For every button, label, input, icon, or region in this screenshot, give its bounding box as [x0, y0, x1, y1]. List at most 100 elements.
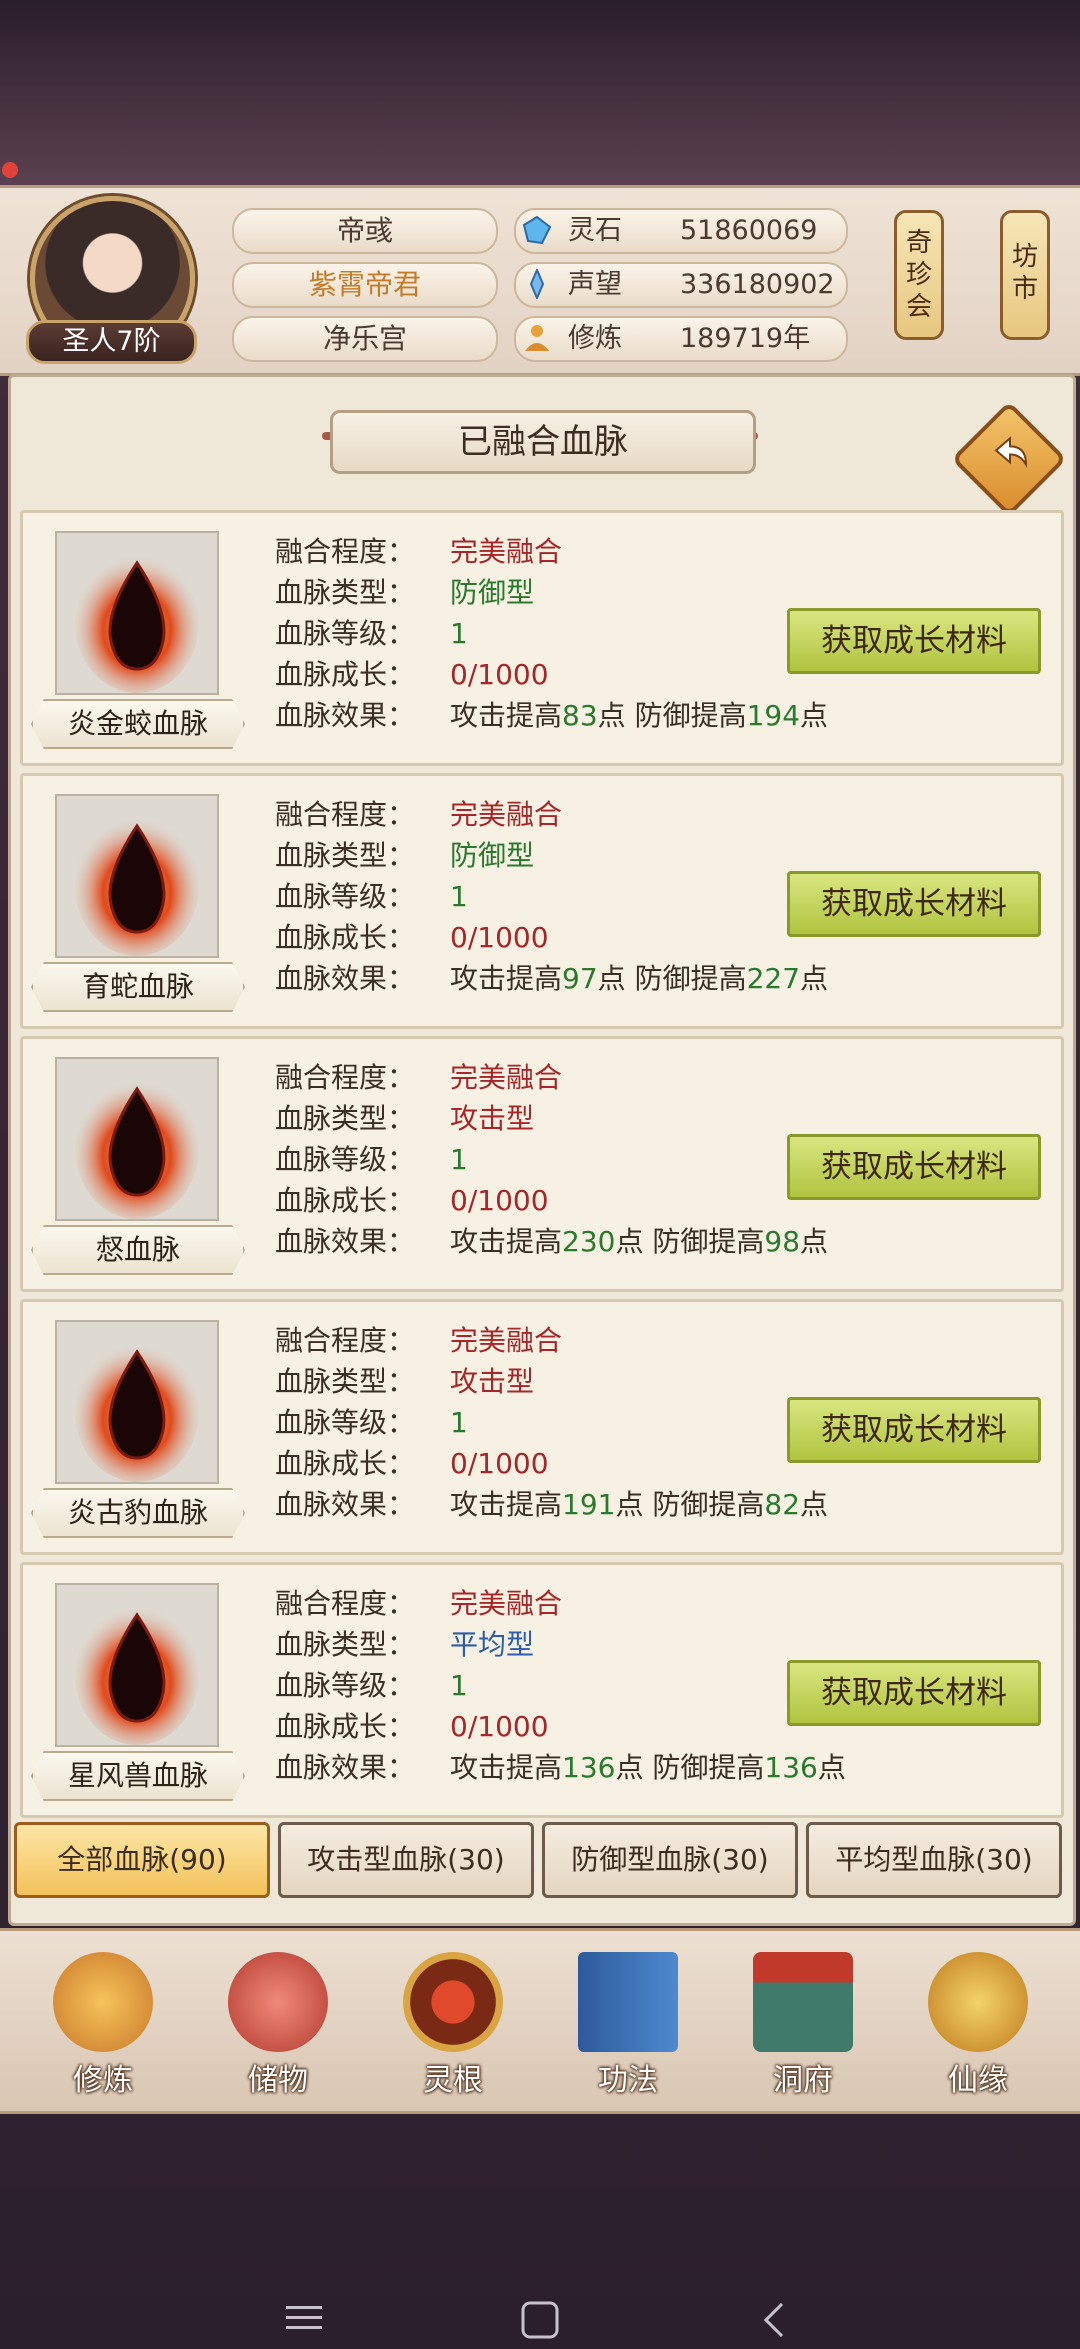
nav-cultivate[interactable]: 修炼 — [28, 1940, 178, 2100]
field-label-effect: 血脉效果： — [275, 1225, 416, 1258]
get-growth-material-button[interactable]: 获取成长材料 — [787, 608, 1041, 674]
player-name: 帝彧 — [232, 208, 498, 254]
blood-drop-icon — [75, 1342, 199, 1482]
field-label-level: 血脉等级： — [275, 1143, 416, 1176]
get-growth-material-button[interactable]: 获取成长材料 — [787, 1660, 1041, 1726]
field-label-fusion: 融合程度： — [275, 1061, 416, 1094]
attack-bonus: 136 — [562, 1751, 616, 1784]
field-row-level: 血脉等级： 1 — [275, 1665, 468, 1706]
resource-prestige: 声望 336180902 — [514, 262, 848, 308]
bloodline-image — [55, 1057, 219, 1221]
blood-drop-icon — [75, 553, 199, 693]
rank-badge: 圣人7阶 — [26, 320, 197, 364]
field-value-type: 防御型 — [450, 839, 535, 872]
cultivate-icon — [53, 1952, 153, 2052]
immortal-fate-icon — [928, 1952, 1028, 2052]
field-label-fusion: 融合程度： — [275, 1587, 416, 1620]
nav-storage[interactable]: 储物 — [203, 1940, 353, 2100]
field-row-growth: 血脉成长： 0/1000 — [275, 1443, 549, 1484]
nav-manual[interactable]: 功法 — [553, 1940, 703, 2100]
field-value-effect: 攻击提高136点 防御提高136点 — [450, 1751, 846, 1784]
player-title: 紫霄帝君 — [232, 262, 498, 308]
spirit-stone-icon — [522, 215, 552, 245]
field-value-fusion: 完美融合 — [450, 535, 563, 568]
bloodline-image — [55, 794, 219, 958]
field-value-effect: 攻击提高191点 防御提高82点 — [450, 1488, 829, 1521]
field-row-level: 血脉等级： 1 — [275, 876, 468, 917]
tab-balanced-bloodlines[interactable]: 平均型血脉(30) — [806, 1822, 1062, 1898]
defense-bonus: 136 — [764, 1751, 818, 1784]
back-nav-icon[interactable] — [756, 2300, 792, 2340]
bloodline-card: 炎古豹血脉 融合程度： 完美融合 血脉类型： 攻击型 血脉等级： 1 血脉成长： 0/1000 血… — [20, 1299, 1064, 1555]
field-value-level: 1 — [450, 617, 468, 650]
get-growth-material-button[interactable]: 获取成长材料 — [787, 1397, 1041, 1463]
bloodline-image — [55, 1320, 219, 1484]
field-label-type: 血脉类型： — [275, 576, 416, 609]
field-row-growth: 血脉成长： 0/1000 — [275, 654, 549, 695]
get-growth-material-button[interactable]: 获取成长材料 — [787, 871, 1041, 937]
nav-cave[interactable]: 洞府 — [728, 1940, 878, 2100]
defense-bonus: 98 — [764, 1225, 801, 1258]
bloodline-name: 星风兽血脉 — [31, 1751, 245, 1801]
market-button[interactable]: 坊 市 — [1000, 210, 1050, 340]
player-sect: 净乐宫 — [232, 316, 498, 362]
resource-spirit-stone: 灵石 51860069 — [514, 208, 848, 254]
notification-dot — [2, 162, 18, 178]
field-row-growth: 血脉成长： 0/1000 — [275, 1180, 549, 1221]
nav-immortal-fate[interactable]: 仙缘 — [903, 1940, 1053, 2100]
field-row-effect: 血脉效果： 攻击提高83点 防御提高194点 — [275, 695, 828, 736]
blood-drop-icon — [75, 816, 199, 956]
field-row-growth: 血脉成长： 0/1000 — [275, 1706, 549, 1747]
field-value-growth: 0/1000 — [450, 1447, 549, 1480]
field-label-growth: 血脉成长： — [275, 658, 416, 691]
cultivation-icon — [525, 325, 549, 351]
menu-icon[interactable] — [282, 2300, 326, 2336]
field-label-level: 血脉等级： — [275, 880, 416, 913]
treasure-shop-button[interactable]: 奇 珍 会 — [894, 210, 944, 340]
field-value-growth: 0/1000 — [450, 658, 549, 691]
nav-spirit-root[interactable]: 灵根 — [378, 1940, 528, 2100]
storage-bag-icon — [228, 1952, 328, 2052]
bloodline-name: 育蛇血脉 — [31, 962, 245, 1012]
bloodline-card: 星风兽血脉 融合程度： 完美融合 血脉类型： 平均型 血脉等级： 1 血脉成长： 0/1000 血… — [20, 1562, 1064, 1818]
field-value-fusion: 完美融合 — [450, 1061, 563, 1094]
cave-dwelling-icon — [753, 1952, 853, 2052]
tab-defense-bloodlines[interactable]: 防御型血脉(30) — [542, 1822, 798, 1898]
field-value-effect: 攻击提高230点 防御提高98点 — [450, 1225, 829, 1258]
field-label-level: 血脉等级： — [275, 1406, 416, 1439]
field-value-level: 1 — [450, 1669, 468, 1702]
prestige-icon — [529, 269, 545, 299]
bloodline-card: 炎金蛟血脉 融合程度： 完美融合 血脉类型： 防御型 血脉等级： 1 血脉成长： 0/1000 血… — [20, 510, 1064, 766]
field-label-effect: 血脉效果： — [275, 1488, 416, 1521]
bloodline-card: 育蛇血脉 融合程度： 完美融合 血脉类型： 防御型 血脉等级： 1 血脉成长： 0/1000 血脉… — [20, 773, 1064, 1029]
field-label-type: 血脉类型： — [275, 1628, 416, 1661]
field-row-type: 血脉类型： 防御型 — [275, 572, 534, 613]
field-row-fusion: 融合程度： 完美融合 — [275, 531, 562, 572]
field-label-effect: 血脉效果： — [275, 699, 416, 732]
field-label-type: 血脉类型： — [275, 1365, 416, 1398]
field-row-level: 血脉等级： 1 — [275, 613, 468, 654]
blood-drop-icon — [75, 1079, 199, 1219]
defense-bonus: 194 — [746, 699, 801, 732]
attack-bonus: 83 — [562, 699, 598, 732]
blood-drop-icon — [75, 1605, 199, 1745]
get-growth-material-button[interactable]: 获取成长材料 — [787, 1134, 1041, 1200]
field-row-fusion: 融合程度： 完美融合 — [275, 794, 562, 835]
resource-cultivation: 修炼 189719年 — [514, 316, 848, 362]
field-row-fusion: 融合程度： 完美融合 — [275, 1583, 562, 1624]
bloodline-name: 惄血脉 — [31, 1225, 245, 1275]
tab-all-bloodlines[interactable]: 全部血脉(90) — [14, 1822, 270, 1898]
field-value-level: 1 — [450, 880, 468, 913]
field-value-level: 1 — [450, 1406, 468, 1439]
spirit-root-icon — [403, 1952, 503, 2052]
field-row-effect: 血脉效果： 攻击提高230点 防御提高98点 — [275, 1221, 828, 1262]
bloodline-name: 炎金蛟血脉 — [31, 699, 245, 749]
field-row-type: 血脉类型： 防御型 — [275, 835, 534, 876]
field-row-growth: 血脉成长： 0/1000 — [275, 917, 549, 958]
home-icon[interactable] — [518, 2300, 562, 2340]
bloodline-card: 惄血脉 融合程度： 完美融合 血脉类型： 攻击型 血脉等级： 1 血脉成长： 0/1000 血脉效… — [20, 1036, 1064, 1292]
tab-attack-bloodlines[interactable]: 攻击型血脉(30) — [278, 1822, 534, 1898]
back-arrow-icon — [994, 436, 1028, 468]
field-value-type: 防御型 — [450, 576, 535, 609]
field-row-type: 血脉类型： 攻击型 — [275, 1361, 534, 1402]
